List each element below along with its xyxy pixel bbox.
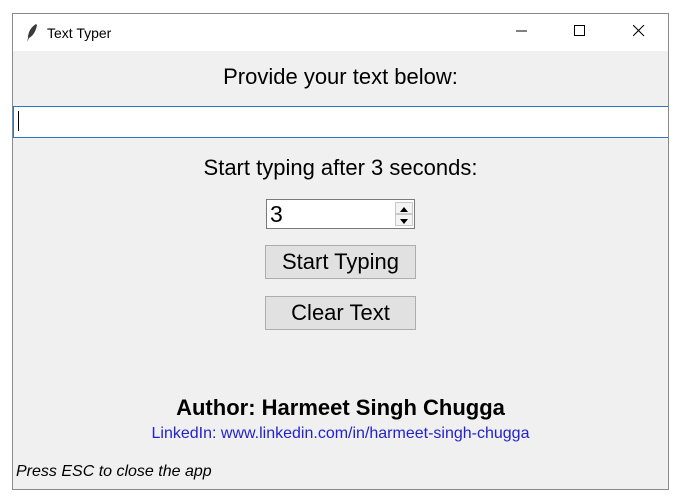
close-button[interactable]: [616, 14, 662, 51]
text-input-wrapper: [13, 106, 668, 138]
linkedin-link[interactable]: LinkedIn: www.linkedin.com/in/harmeet-si…: [13, 425, 668, 443]
prompt-label: Provide your text below:: [223, 64, 458, 89]
minimize-icon: [516, 24, 528, 42]
window-title: Text Typer: [47, 25, 112, 41]
title-bar[interactable]: Text Typer: [13, 14, 668, 51]
feather-icon: [25, 23, 39, 43]
delay-label: Start typing after 3 seconds:: [203, 155, 478, 180]
maximize-button[interactable]: [557, 14, 603, 51]
delay-value[interactable]: 3: [270, 201, 283, 228]
minimize-button[interactable]: [499, 14, 545, 51]
clear-text-button[interactable]: Clear Text: [265, 296, 416, 330]
esc-hint: Press ESC to close the app: [16, 463, 212, 480]
delay-spinbox[interactable]: 3: [266, 199, 415, 229]
spin-down-button[interactable]: [395, 214, 413, 226]
text-input[interactable]: [13, 106, 668, 138]
author-label: Author: Harmeet Singh Chugga: [176, 395, 505, 420]
start-typing-button[interactable]: Start Typing: [265, 245, 416, 279]
app-window: Text Typer Provide your text below: Star…: [12, 13, 669, 490]
close-icon: [632, 24, 645, 42]
arrow-down-icon: [400, 211, 408, 229]
text-cursor: [18, 111, 19, 131]
maximize-icon: [574, 24, 586, 42]
